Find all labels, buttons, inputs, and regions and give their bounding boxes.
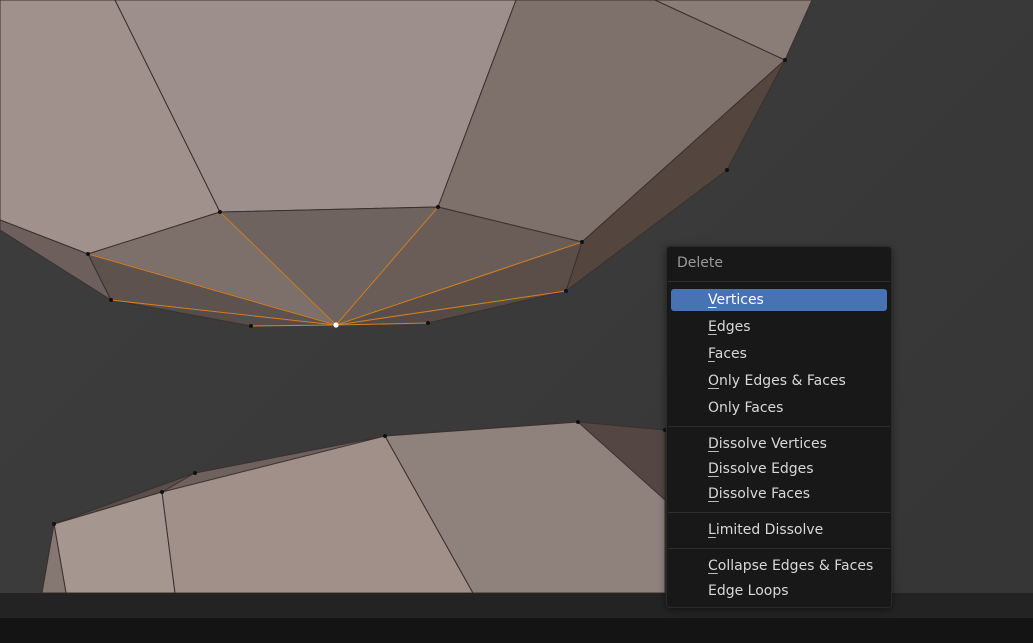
menu-item-label: issolve Faces: [718, 486, 811, 502]
mnemonic: D: [708, 461, 719, 477]
menu-item-dissolve-faces[interactable]: Dissolve Faces: [671, 483, 887, 505]
menu-item-dissolve-vertices[interactable]: Dissolve Vertices: [671, 433, 887, 455]
menu-title: Delete: [677, 255, 723, 271]
menu-item-faces[interactable]: Faces: [671, 343, 887, 365]
menu-item-only-edges-faces[interactable]: Only Edges & Faces: [671, 370, 887, 392]
menu-item-label: Only Faces: [708, 400, 784, 416]
menu-separator: [668, 548, 890, 549]
status-bar: [0, 618, 1033, 643]
menu-item-limited-dissolve[interactable]: Limited Dissolve: [671, 519, 887, 541]
menu-item-label: aces: [714, 346, 747, 362]
menu-item-collapse-edges-faces[interactable]: Collapse Edges & Faces: [671, 555, 887, 577]
mnemonic: V: [708, 292, 717, 308]
menu-item-edge-loops[interactable]: Edge Loops: [671, 580, 887, 602]
mnemonic: D: [708, 486, 719, 502]
mnemonic: E: [708, 319, 717, 335]
mnemonic: O: [708, 373, 720, 389]
menu-separator: [668, 281, 890, 282]
menu-item-label: nly Edges & Faces: [719, 373, 846, 389]
menu-separator: [668, 512, 890, 513]
menu-item-label: imited Dissolve: [715, 522, 824, 538]
menu-item-vertices[interactable]: Vertices: [671, 289, 887, 311]
menu-item-label: ertices: [716, 292, 764, 308]
mnemonic: D: [708, 436, 719, 452]
menu-item-label: dges: [716, 319, 751, 335]
menu-item-label: Edge Loops: [708, 583, 789, 599]
menu-item-only-faces[interactable]: Only Faces: [671, 397, 887, 419]
mnemonic: C: [708, 558, 718, 574]
menu-separator: [668, 426, 890, 427]
menu-item-edges[interactable]: Edges: [671, 316, 887, 338]
menu-item-label: issolve Vertices: [718, 436, 827, 452]
menu-item-dissolve-edges[interactable]: Dissolve Edges: [671, 458, 887, 480]
mnemonic: L: [708, 522, 716, 538]
menu-item-label: ollapse Edges & Faces: [717, 558, 874, 574]
mnemonic: F: [708, 346, 715, 362]
delete-menu: Delete Vertices Edges Faces Only Edges &…: [666, 246, 892, 608]
menu-item-label: issolve Edges: [718, 461, 814, 477]
